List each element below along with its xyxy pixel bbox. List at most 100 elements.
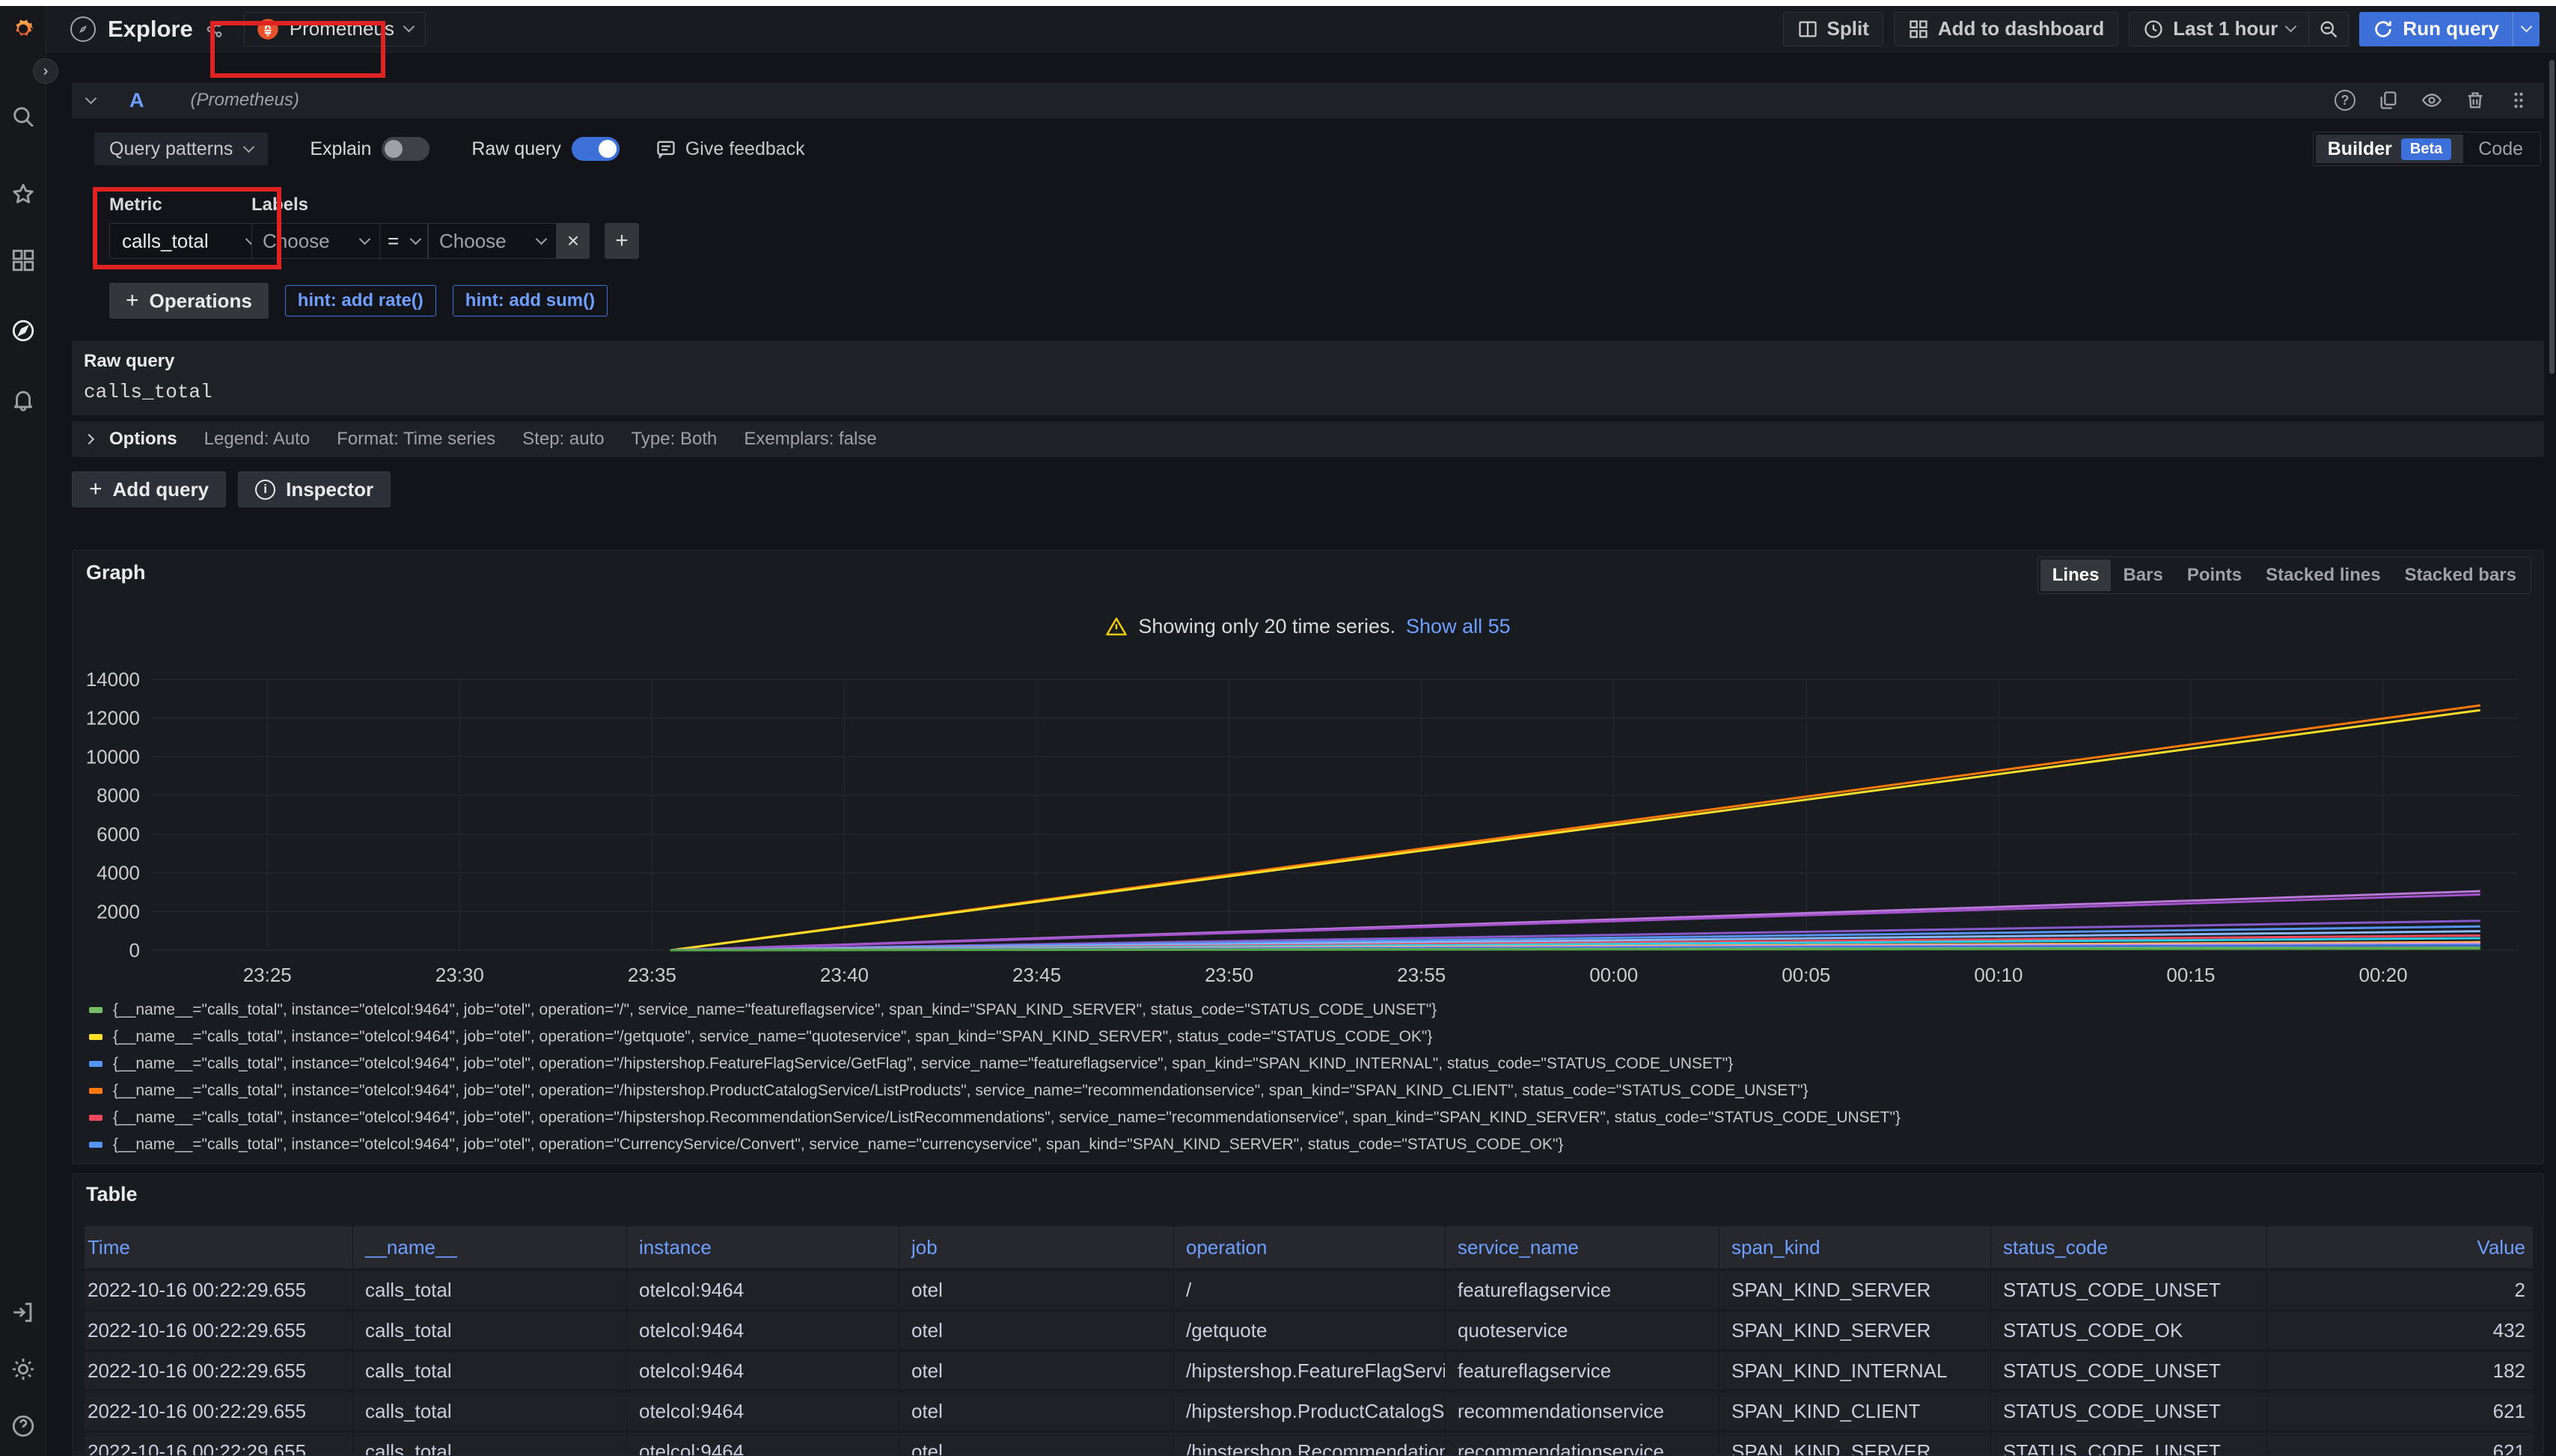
legend-label: {__name__="calls_total", instance="otelc… bbox=[113, 1109, 1901, 1127]
series-line bbox=[671, 949, 2479, 950]
remove-label-button[interactable]: × bbox=[557, 223, 590, 259]
settings-gear-icon[interactable] bbox=[10, 1356, 37, 1383]
drag-handle-icon[interactable] bbox=[2508, 90, 2529, 111]
table-cell: otelcol:9464 bbox=[626, 1392, 899, 1430]
raw-query-preview: Raw query calls_total bbox=[72, 340, 2544, 415]
y-axis-tick-label: 6000 bbox=[97, 823, 140, 845]
table-cell: quoteservice bbox=[1445, 1312, 1719, 1349]
help-icon[interactable] bbox=[10, 1413, 37, 1440]
table-column-header-servicename[interactable]: service_name bbox=[1445, 1226, 1719, 1268]
raw-query-toggle-group: Raw query bbox=[471, 137, 620, 161]
graph-mode-tab-stacked-bars[interactable]: Stacked bars bbox=[2393, 560, 2528, 591]
time-series-chart[interactable]: 0200040006000800010000120001400023:2523:… bbox=[85, 655, 2533, 1013]
show-all-series-link[interactable]: Show all 55 bbox=[1406, 615, 1511, 638]
give-feedback-link[interactable]: Give feedback bbox=[655, 138, 805, 160]
table-cell: otelcol:9464 bbox=[626, 1312, 899, 1349]
table-cell: otel bbox=[899, 1271, 1173, 1309]
zoom-out-button[interactable] bbox=[2308, 12, 2349, 46]
label-name-select[interactable]: Choose bbox=[251, 223, 380, 259]
inspector-button[interactable]: iInspector bbox=[238, 471, 391, 507]
graph-mode-tab-points[interactable]: Points bbox=[2175, 560, 2254, 591]
split-columns-icon bbox=[1797, 19, 1818, 40]
y-axis-tick-label: 10000 bbox=[86, 745, 140, 768]
query-hint-button-0[interactable]: hint: add rate() bbox=[285, 285, 436, 316]
query-option-summary-0: Legend: Auto bbox=[204, 429, 310, 450]
navbar: Explore Prometheus Split Add to dashboar… bbox=[46, 6, 2556, 52]
datasource-picker[interactable]: Prometheus bbox=[244, 12, 426, 46]
run-query-button[interactable]: Run query bbox=[2359, 12, 2540, 46]
table-column-header-Time[interactable]: Time bbox=[85, 1226, 352, 1268]
duplicate-query-icon[interactable] bbox=[2378, 90, 2399, 111]
table-column-header-name[interactable]: __name__ bbox=[352, 1226, 626, 1268]
label-value-select[interactable]: Choose bbox=[428, 223, 557, 259]
star-icon[interactable] bbox=[10, 181, 37, 208]
share-icon[interactable] bbox=[205, 19, 224, 39]
graph-mode-tab-lines[interactable]: Lines bbox=[2040, 560, 2112, 591]
run-query-dropdown[interactable] bbox=[2513, 12, 2540, 46]
delete-query-trash-icon[interactable] bbox=[2465, 90, 2486, 111]
add-operation-button[interactable]: +Operations bbox=[109, 283, 269, 319]
table-column-header-instance[interactable]: instance bbox=[626, 1226, 899, 1268]
hide-query-eye-icon[interactable] bbox=[2421, 90, 2442, 111]
table-column-header-statuscode[interactable]: status_code bbox=[1990, 1226, 2266, 1268]
x-axis-tick-label: 23:45 bbox=[1012, 964, 1061, 986]
sidebar bbox=[0, 6, 46, 1456]
add-label-button[interactable]: + bbox=[605, 223, 639, 259]
legend-label: {__name__="calls_total", instance="otelc… bbox=[113, 1055, 1733, 1073]
legend-item[interactable]: {__name__="calls_total", instance="otelc… bbox=[89, 1050, 2528, 1077]
legend-item[interactable]: {__name__="calls_total", instance="otelc… bbox=[89, 1024, 2528, 1050]
warning-triangle-icon bbox=[1105, 616, 1128, 638]
query-hint-button-1[interactable]: hint: add sum() bbox=[453, 285, 608, 316]
legend-item[interactable]: {__name__="calls_total", instance="otelc… bbox=[89, 1077, 2528, 1104]
collapse-chevron-icon[interactable] bbox=[85, 92, 97, 104]
editor-mode-switch: Builder Beta Code bbox=[2313, 132, 2541, 166]
query-options-bar[interactable]: Options Legend: AutoFormat: Time seriesS… bbox=[72, 421, 2544, 457]
query-patterns-dropdown[interactable]: Query patterns bbox=[94, 132, 268, 165]
explain-toggle[interactable] bbox=[382, 137, 429, 161]
legend-item[interactable]: {__name__="calls_total", instance="otelc… bbox=[89, 1131, 2528, 1155]
add-to-dashboard-button[interactable]: Add to dashboard bbox=[1894, 12, 2118, 46]
table-column-header-Value[interactable]: Value bbox=[2266, 1226, 2533, 1268]
series-limit-warning: Showing only 20 time series. Show all 55 bbox=[73, 615, 2543, 638]
explore-compass-icon[interactable] bbox=[10, 317, 37, 344]
sidebar-expand-button[interactable]: › bbox=[33, 58, 58, 84]
table-column-header-operation[interactable]: operation bbox=[1173, 1226, 1445, 1268]
sign-in-icon[interactable] bbox=[10, 1299, 37, 1326]
legend-item[interactable]: {__name__="calls_total", instance="otelc… bbox=[89, 997, 2528, 1024]
table-panel: Table Time__name__instancejoboperationse… bbox=[72, 1173, 2544, 1456]
scrollbar-thumb[interactable] bbox=[2549, 60, 2555, 374]
label-operator-select[interactable]: = bbox=[380, 223, 428, 259]
table-cell: featureflagservice bbox=[1445, 1352, 1719, 1389]
search-icon[interactable] bbox=[10, 103, 37, 130]
grafana-logo[interactable] bbox=[10, 15, 37, 42]
table-column-header-job[interactable]: job bbox=[899, 1226, 1173, 1268]
table-column-header-spankind[interactable]: span_kind bbox=[1719, 1226, 1990, 1268]
raw-query-label: Raw query bbox=[84, 351, 174, 372]
raw-query-toggle[interactable] bbox=[572, 137, 620, 161]
dashboard-grid-icon bbox=[1908, 19, 1929, 40]
legend-label: {__name__="calls_total", instance="otelc… bbox=[113, 1082, 1809, 1100]
metric-label: Metric bbox=[109, 195, 162, 215]
table-cell: calls_total bbox=[352, 1433, 626, 1456]
split-button[interactable]: Split bbox=[1783, 12, 1883, 46]
table-cell: calls_total bbox=[352, 1271, 626, 1309]
table-cell: STATUS_CODE_UNSET bbox=[1990, 1271, 2266, 1309]
time-range-picker[interactable]: Last 1 hour bbox=[2129, 12, 2308, 46]
graph-panel: Graph LinesBarsPointsStacked linesStacke… bbox=[72, 550, 2544, 1164]
query-datasource-hint: (Prometheus) bbox=[191, 90, 299, 111]
metric-select[interactable]: calls_total bbox=[109, 223, 268, 259]
add-query-button[interactable]: +Add query bbox=[72, 471, 226, 507]
query-row-header[interactable]: A (Prometheus) ? bbox=[72, 82, 2544, 118]
query-ref-id: A bbox=[129, 89, 144, 112]
alerting-bell-icon[interactable] bbox=[10, 386, 37, 413]
code-mode-tab[interactable]: Code bbox=[2463, 138, 2538, 160]
graph-mode-tab-bars[interactable]: Bars bbox=[2111, 560, 2174, 591]
query-help-icon[interactable]: ? bbox=[2335, 90, 2355, 111]
table-cell: otel bbox=[899, 1433, 1173, 1456]
builder-mode-tab[interactable]: Builder Beta bbox=[2316, 135, 2463, 163]
graph-mode-tab-stacked-lines[interactable]: Stacked lines bbox=[2254, 560, 2392, 591]
legend-item[interactable]: {__name__="calls_total", instance="otelc… bbox=[89, 1104, 2528, 1131]
dashboards-grid-icon[interactable] bbox=[10, 247, 37, 274]
table-cell: 2022-10-16 00:22:29.655 bbox=[85, 1352, 352, 1389]
explore-compass-icon bbox=[70, 16, 96, 42]
